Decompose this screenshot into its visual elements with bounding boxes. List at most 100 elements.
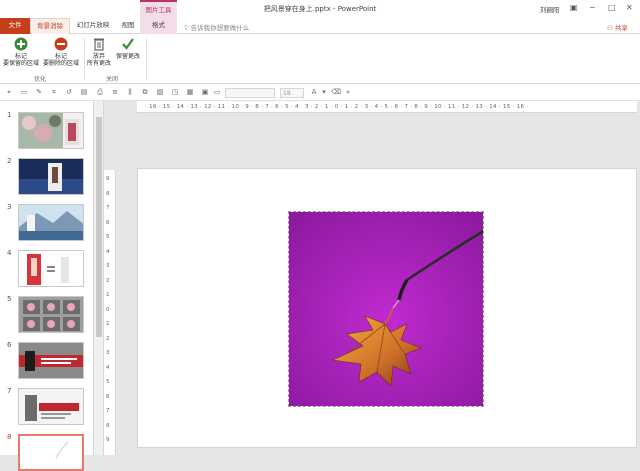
group-icon[interactable]: ⧉ [141, 88, 149, 96]
align-icon[interactable]: ≡ [111, 88, 119, 96]
slide-thumbnail-5[interactable] [18, 296, 84, 333]
save-icon[interactable]: ▣ [201, 88, 209, 96]
thumb-number: 4 [7, 249, 12, 257]
font-name-box[interactable] [225, 88, 275, 98]
more-icon[interactable]: » [344, 88, 352, 96]
vruler-tick: 6 [106, 219, 110, 226]
thumb-number: 7 [7, 387, 12, 395]
group-label-optimize: 优化 [34, 76, 47, 83]
mark-remove-line1: 标记 [54, 53, 67, 60]
tab-view[interactable]: 视图 [116, 18, 140, 34]
thumb-number: 6 [7, 341, 12, 349]
thumb-image [19, 251, 83, 286]
group-label-close: 关闭 [106, 76, 119, 83]
mark-remove-button[interactable]: 标记 要删除的区域 [42, 37, 80, 67]
slide-thumbnail-7[interactable] [18, 388, 84, 425]
thumb-number: 3 [7, 203, 12, 211]
maximize-icon[interactable]: □ [608, 3, 616, 12]
trash-icon [94, 38, 104, 51]
slide-thumbnail-1[interactable] [18, 112, 84, 149]
tab-file[interactable]: 文件 [0, 18, 30, 34]
thumb-number: 1 [7, 111, 12, 119]
picture-icon[interactable]: ▨ [156, 88, 164, 96]
vruler-tick: 5 [106, 379, 110, 385]
slide-icon[interactable]: ▭ [213, 88, 221, 96]
user-name[interactable]: 刘嗣阳 [540, 4, 560, 14]
mark-remove-line2: 要删除的区域 [42, 60, 79, 67]
vruler-tick: 8 [106, 422, 110, 429]
vruler-tick: 6 [106, 393, 110, 400]
vruler-tick: 8 [106, 190, 110, 197]
discard-changes-button[interactable]: 放弃 所有更改 [86, 37, 112, 67]
selected-picture[interactable] [288, 211, 484, 407]
slide-thumbnail-8[interactable] [18, 434, 84, 471]
slide-thumbnail-4[interactable] [18, 250, 84, 287]
vruler-tick: 9 [106, 437, 110, 443]
thumb-image [19, 159, 83, 194]
tab-slideshow[interactable]: 幻灯片放映 [73, 18, 113, 34]
thumbnail-scrollbar[interactable] [94, 101, 104, 455]
font-color-icon[interactable]: A [310, 88, 318, 96]
crop-icon[interactable]: ⌗ [50, 88, 58, 96]
discard-line2: 所有更改 [86, 60, 111, 67]
vertical-ruler: 9 8 7 6 5 4 3 2 1 0 1 2 3 4 5 6 7 8 9 [104, 170, 116, 455]
ribbon-separator [146, 38, 147, 80]
minimize-icon[interactable]: ─ [590, 3, 595, 12]
vruler-tick: 3 [106, 350, 110, 356]
slide-thumbnail-2[interactable] [18, 158, 84, 195]
font-size-box[interactable]: 18 [280, 88, 304, 98]
tab-format[interactable]: 格式 [140, 18, 177, 34]
eraser-icon[interactable]: ⌫ [331, 88, 341, 96]
slide-thumbnail-3[interactable] [18, 204, 84, 241]
slide-thumbnail-pane: 1 2 3 4 5 6 7 8 [0, 101, 94, 471]
textbox-icon[interactable]: ▭ [20, 88, 28, 96]
shape-icon[interactable]: ◳ [171, 88, 179, 96]
thumb-image [19, 389, 83, 424]
undo-icon[interactable]: ↺ [65, 88, 73, 96]
keep-changes-button[interactable]: 保留更改 [113, 37, 143, 60]
plus-circle-icon [14, 37, 28, 51]
distribute-icon[interactable]: ⫼ [126, 88, 134, 96]
share-label: 共享 [614, 24, 628, 32]
vruler-tick: 3 [106, 263, 110, 269]
arrange-icon[interactable]: ▤ [80, 88, 88, 96]
vruler-tick: 4 [106, 248, 110, 255]
thumb-image [20, 436, 82, 469]
vruler-tick: 0 [106, 306, 110, 313]
maple-leaf-photo [289, 212, 483, 406]
tell-me-text: 告诉我你想要做什么 [190, 24, 250, 32]
lightbulb-icon: 💡︎ [184, 24, 189, 32]
format-painter-icon[interactable]: ⌖ [5, 88, 13, 96]
person-icon: ⚇ [607, 24, 613, 32]
close-icon[interactable]: ✕ [626, 3, 633, 12]
tab-remove-background[interactable]: 背景消除 [30, 18, 70, 35]
title-bar: 图片工具 把风景穿在身上.pptx - PowerPoint 刘嗣阳 ▣ ─ □… [0, 0, 640, 18]
share-button[interactable]: ⚇ 共享 [607, 22, 628, 32]
vruler-tick: 7 [106, 205, 110, 211]
scrollbar-thumb[interactable] [96, 117, 102, 337]
vruler-tick: 4 [106, 364, 110, 371]
draw-icon[interactable]: ✎ [35, 88, 43, 96]
tell-me-search[interactable]: 💡︎ 告诉我你想要做什么 [184, 22, 249, 33]
thumb-number: 8 [7, 433, 12, 441]
layout-icon[interactable]: ▦ [186, 88, 194, 96]
discard-line1: 放弃 [92, 53, 105, 60]
minus-circle-icon [54, 37, 68, 51]
dropdown-icon[interactable]: ▾ [320, 88, 328, 96]
slide-thumbnail-6[interactable] [18, 342, 84, 379]
keep-line1: 保留更改 [115, 53, 140, 60]
thumb-image [19, 297, 83, 332]
print-icon[interactable]: ⎙ [96, 88, 104, 96]
vruler-tick: 2 [106, 335, 110, 342]
vruler-tick: 1 [106, 321, 110, 327]
mark-keep-button[interactable]: 标记 要保留的区域 [2, 37, 40, 67]
thumb-number: 2 [7, 157, 12, 165]
vruler-tick: 5 [106, 234, 110, 240]
restore-icon[interactable]: ▣ [570, 3, 578, 12]
quick-toolbar: ⌖ ▭ ✎ ⌗ ↺ ▤ ⎙ ≡ ⫼ ⧉ ▨ ◳ ▦ ▣ ▭ 18 A ▾ ⌫ » [0, 84, 640, 101]
ribbon-panel: 标记 要保留的区域 标记 要删除的区域 优化 放弃 所有更改 保留更改 关闭 [0, 34, 640, 84]
ribbon-separator [84, 38, 85, 80]
ribbon-tabs: 文件 背景消除 幻灯片放映 视图 格式 💡︎ 告诉我你想要做什么 ⚇ 共享 [0, 18, 640, 35]
checkmark-icon [122, 38, 134, 50]
vruler-tick: 2 [106, 277, 110, 284]
